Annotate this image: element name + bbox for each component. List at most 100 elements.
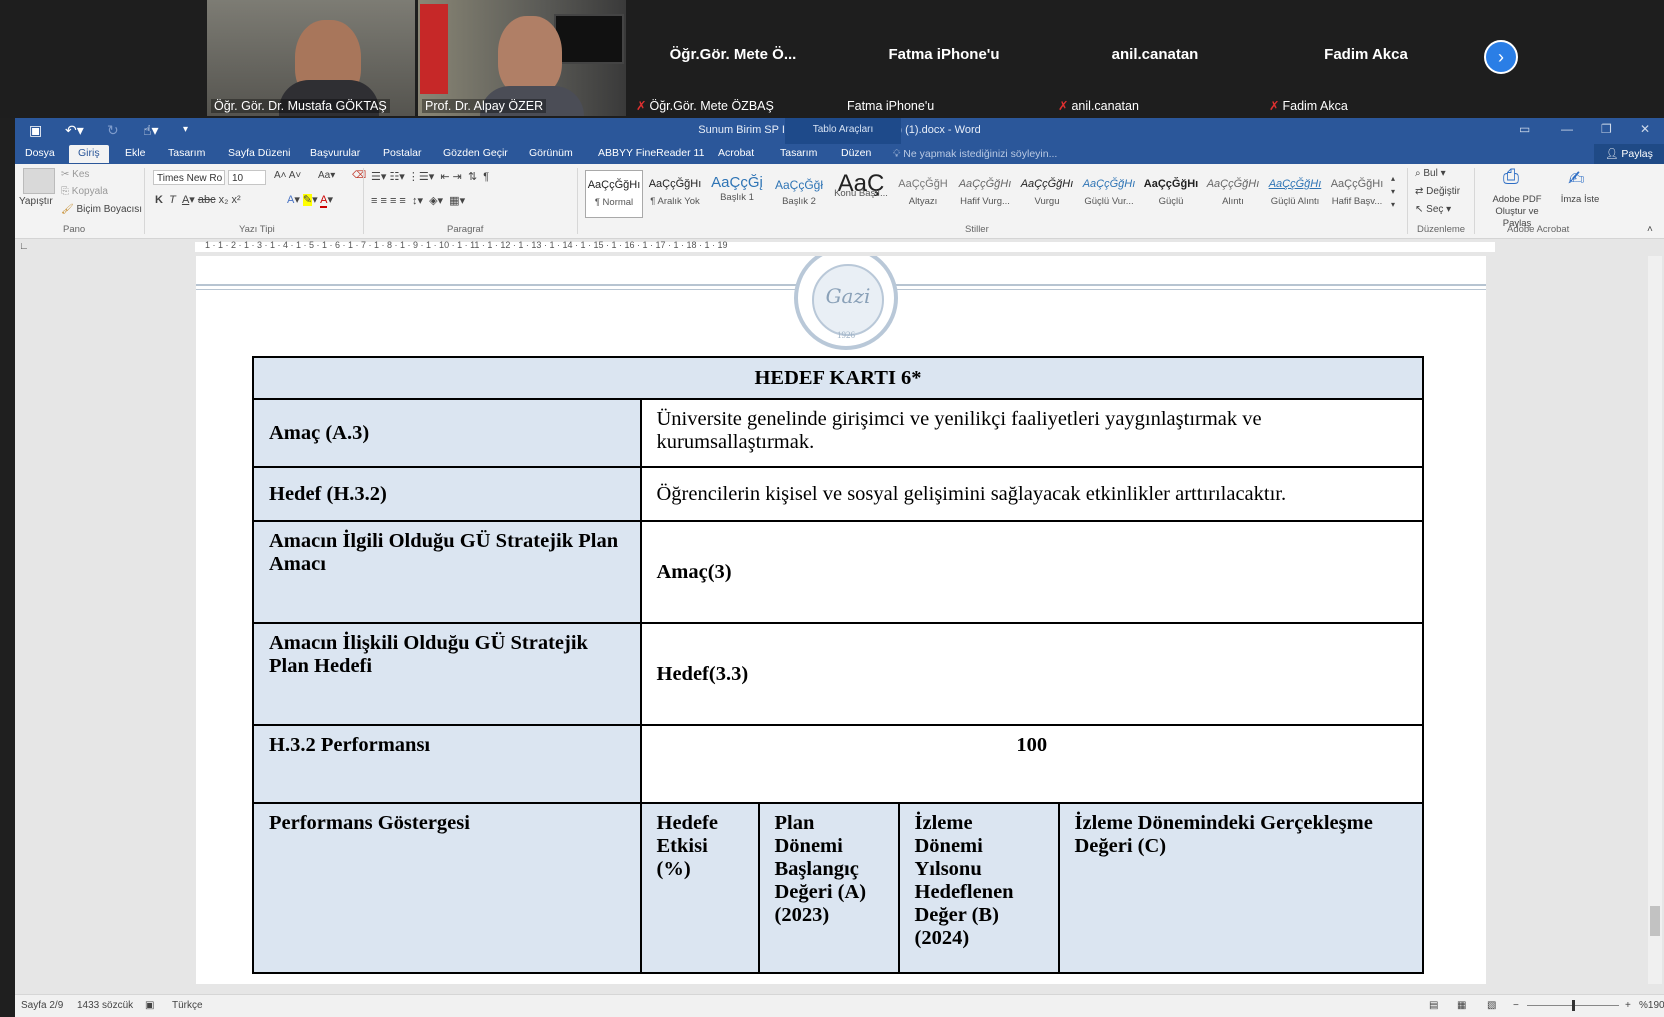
chevron-right-icon: ›: [1498, 47, 1504, 67]
tab-dosya[interactable]: Dosya: [25, 147, 55, 159]
tab-acrobat[interactable]: Acrobat: [718, 147, 754, 159]
page-count[interactable]: Sayfa 2/9: [21, 1000, 63, 1011]
perf-header-actual: İzleme Dönemindeki Gerçekleşme Değeri (C…: [1057, 802, 1424, 974]
participant-name-label: Fatma iPhone'u: [847, 99, 935, 113]
document-area: Gazi 1926 HEDEF KARTI 6* Amaç (A.3) Üniv…: [15, 256, 1664, 984]
participant-video-face: [498, 16, 562, 96]
request-signature-button[interactable]: İmza İste: [1560, 194, 1600, 206]
group-separator: [577, 168, 578, 234]
flag-icon: [420, 4, 448, 94]
text-effects-icons[interactable]: A▾ ✎▾ A▾: [287, 193, 333, 208]
next-participants-button[interactable]: ›: [1484, 40, 1518, 74]
goal-card-table[interactable]: HEDEF KARTI 6* Amaç (A.3) Üniversite gen…: [252, 356, 1424, 974]
status-bar: Sayfa 2/9 1433 sözcük ▣ Türkçe ▤ ▦ ▧ − +…: [15, 994, 1664, 1017]
zoom-in-icon[interactable]: +: [1625, 1000, 1631, 1011]
participant-tile-4[interactable]: Fatma iPhone'u Fatma iPhone'u: [840, 0, 1048, 116]
tab-table-layout[interactable]: Düzen: [841, 147, 871, 159]
cut-button[interactable]: ✂ Kes: [61, 169, 89, 180]
tab-ekle[interactable]: Ekle: [125, 147, 145, 159]
restore-icon[interactable]: ❐: [1601, 122, 1612, 136]
tab-table-design[interactable]: Tasarım: [780, 147, 817, 159]
align-icons[interactable]: ≡ ≡ ≡ ≡ ↕▾ ◈▾ ▦▾: [371, 194, 465, 207]
paste-button[interactable]: Yapıştır: [19, 196, 53, 207]
style-no-spacing[interactable]: AaÇçĞğHı ¶ Aralık Yok: [647, 170, 703, 216]
find-button[interactable]: ⌕ Bul ▾: [1415, 168, 1446, 179]
horizontal-ruler[interactable]: ∟ 1 · 1 · 2 · 1 · 3 · 1 · 4 · 1 · 5 · 1 …: [15, 239, 1664, 255]
language[interactable]: Türkçe: [172, 1000, 203, 1011]
list-icons[interactable]: ☰▾ ☷▾ ⋮☰▾ ⇤ ⇥ ⇅ ¶: [371, 170, 489, 183]
style-subtle-emphasis[interactable]: AaÇçĞğHı Hafif Vurg...: [957, 170, 1013, 216]
word-window: ▣ ↶▾ ↻ ☝▾ ▾ Sunum Birim SP Izleme Tablos…: [15, 118, 1664, 1017]
group-label-editing: Düzenleme: [1417, 224, 1466, 235]
row-label: Amaç (A.3): [252, 398, 642, 468]
document-page[interactable]: Gazi 1926 HEDEF KARTI 6* Amaç (A.3) Üniv…: [196, 256, 1486, 984]
participant-display-name: anil.canatan: [1111, 46, 1199, 63]
ruler-numbers: 1 · 1 · 2 · 1 · 3 · 1 · 4 · 1 · 5 · 1 · …: [205, 240, 728, 250]
zoom-level[interactable]: %190: [1639, 1000, 1664, 1011]
web-layout-icon[interactable]: ▧: [1487, 1000, 1496, 1011]
style-intense-quote[interactable]: AaÇçĞğHı Güçlü Alıntı: [1267, 170, 1323, 216]
tab-selector-icon[interactable]: ∟: [19, 241, 29, 252]
style-normal[interactable]: AaÇçĞğHı ¶ Normal: [585, 170, 643, 218]
tab-tasarim[interactable]: Tasarım: [168, 147, 205, 159]
select-button[interactable]: ↖ Seç ▾: [1415, 204, 1451, 215]
copy-button[interactable]: ⎘ Kopyala: [61, 186, 108, 197]
participant-tile-6[interactable]: Fadim Akca ✗ Fadim Akca: [1262, 0, 1470, 116]
share-button[interactable]: 👤︎ Paylaş: [1594, 144, 1664, 164]
tab-giris[interactable]: Giriş: [69, 145, 109, 163]
group-label-clipboard: Pano: [63, 224, 86, 235]
participant-tile-2[interactable]: Prof. Dr. Alpay ÖZER: [418, 0, 626, 116]
tab-basvurular[interactable]: Başvurular: [310, 147, 360, 159]
tab-gozden-gecir[interactable]: Gözden Geçir: [443, 147, 508, 159]
font-format-icons[interactable]: K T A▾ abc x₂ x²: [155, 193, 241, 206]
zoom-slider-thumb[interactable]: [1572, 1000, 1575, 1011]
close-icon[interactable]: ✕: [1640, 122, 1650, 136]
grow-font-icon[interactable]: A˄ A˅: [274, 170, 301, 181]
scrollbar-thumb[interactable]: [1650, 906, 1660, 936]
participant-tile-1[interactable]: Öğr. Gör. Dr. Mustafa GÖKTAŞ: [207, 0, 415, 116]
tell-me-search[interactable]: 💡︎ Ne yapmak istediğinizi söyleyin...: [893, 148, 1057, 161]
font-name-select[interactable]: Times New Ro: [153, 170, 225, 185]
style-heading-1[interactable]: AaÇçĞį Başlık 1: [709, 170, 765, 216]
tab-postalar[interactable]: Postalar: [383, 147, 422, 159]
group-label-font: Yazı Tipi: [239, 224, 275, 235]
style-strong[interactable]: AaÇçĞğHı Güçlü: [1143, 170, 1199, 216]
participant-tile-5[interactable]: anil.canatan ✗ anil.canatan: [1051, 0, 1259, 116]
style-title[interactable]: AaÇ Konu Başlı...: [833, 170, 889, 216]
font-size-select[interactable]: 10: [228, 170, 266, 185]
minimize-icon[interactable]: —: [1561, 122, 1573, 136]
word-count[interactable]: 1433 sözcük: [77, 1000, 133, 1011]
ribbon-display-options-icon[interactable]: ▭: [1519, 122, 1530, 136]
seal-year: 1926: [837, 330, 855, 340]
style-emphasis[interactable]: AaÇçĞğHı Vurgu: [1019, 170, 1075, 216]
group-label-acrobat: Adobe Acrobat: [1507, 224, 1570, 235]
style-subtle-reference[interactable]: AaÇçĞğHı Hafif Başv...: [1329, 170, 1385, 216]
group-separator: [1407, 168, 1408, 234]
style-subtitle[interactable]: AaÇçĞğH Altyazı: [895, 170, 951, 216]
row-value: Üniversite genelinde girişimci ve yenili…: [639, 398, 1424, 468]
tab-abbyy[interactable]: ABBYY FineReader 11: [598, 147, 704, 159]
signature-icon: ✍: [1568, 168, 1585, 190]
read-mode-icon[interactable]: ▤: [1429, 1000, 1438, 1011]
replace-button[interactable]: ⇄ Değiştir: [1415, 186, 1460, 197]
tab-gorunum[interactable]: Görünüm: [529, 147, 573, 159]
participant-tile-3[interactable]: Öğr.Gör. Mete Ö... ✗ Öğr.Gör. Mete ÖZBAŞ: [629, 0, 837, 116]
style-intense-emphasis[interactable]: AaÇçĞğHı Güçlü Vur...: [1081, 170, 1137, 216]
zoom-out-icon[interactable]: −: [1513, 1000, 1519, 1011]
proofing-icon[interactable]: ▣: [145, 1000, 154, 1011]
style-quote[interactable]: AaÇçĞğHı Alıntı: [1205, 170, 1261, 216]
tab-sayfa-duzeni[interactable]: Sayfa Düzeni: [228, 147, 290, 159]
perf-header-target: İzleme Dönemi Yılsonu Hedeflenen Değer (…: [897, 802, 1060, 974]
clear-formatting-icon[interactable]: ⌫: [352, 170, 366, 181]
collapse-ribbon-icon[interactable]: ˄: [1647, 224, 1653, 235]
row-label: Amacın İlişkili Olduğu GÜ Stratejik Plan…: [252, 622, 642, 726]
print-layout-icon[interactable]: ▦: [1457, 1000, 1466, 1011]
format-painter-button[interactable]: 🖌︎ Biçim Boyacısı: [61, 204, 142, 215]
style-heading-2[interactable]: AaÇçĞğł Başlık 2: [771, 170, 827, 216]
change-case-icon[interactable]: Aa▾: [318, 170, 335, 181]
styles-gallery-scroll[interactable]: ▴ ▾ ▾: [1391, 172, 1395, 211]
video-participant-strip: Öğr. Gör. Dr. Mustafa GÖKTAŞ Prof. Dr. A…: [0, 0, 1664, 118]
vertical-scrollbar[interactable]: [1648, 256, 1662, 984]
card-title: HEDEF KARTI 6*: [252, 356, 1424, 400]
mic-off-icon: ✗: [1058, 99, 1069, 113]
